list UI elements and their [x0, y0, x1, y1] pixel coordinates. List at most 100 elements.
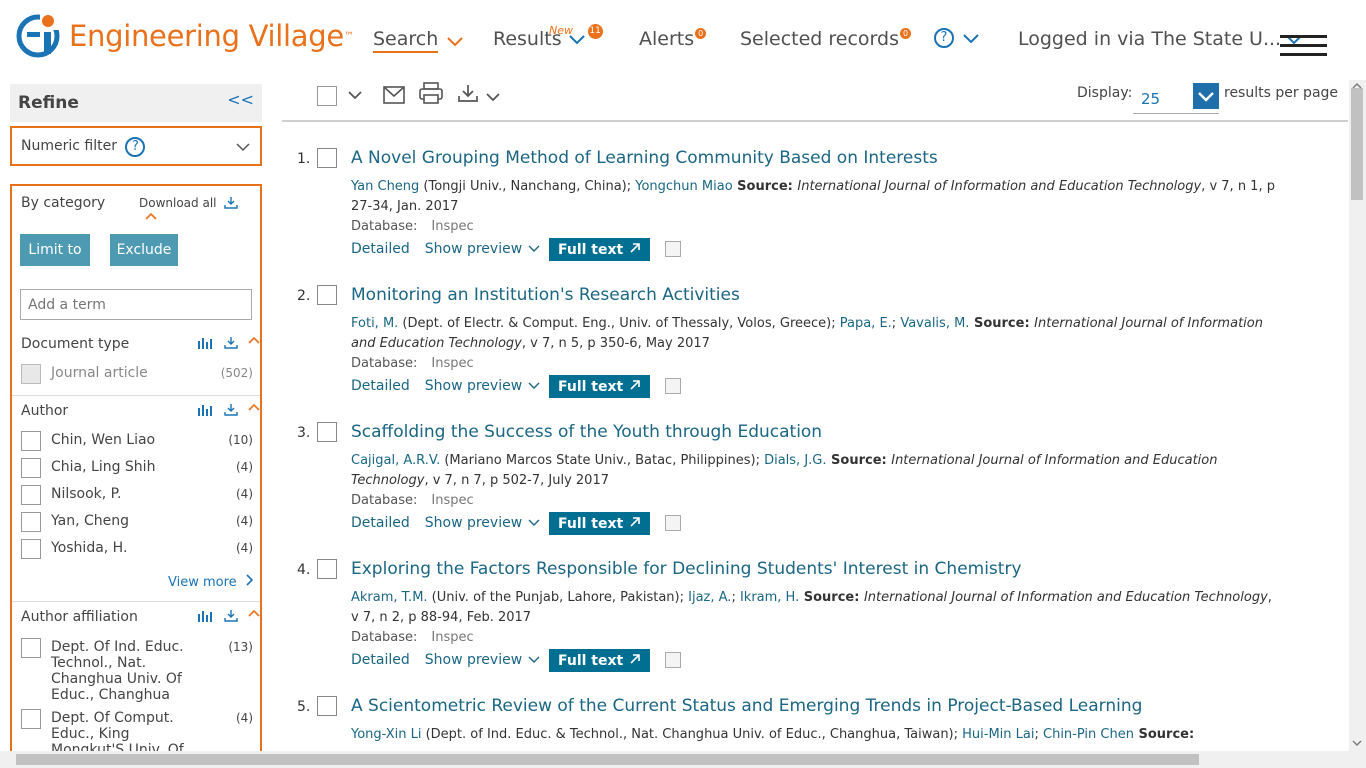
- add-term-input[interactable]: [20, 289, 252, 320]
- show-preview-link[interactable]: Show preview: [425, 378, 540, 394]
- facet-item[interactable]: Yoshida, H. (4): [21, 539, 253, 559]
- full-text-button[interactable]: Full text: [549, 649, 651, 672]
- facet-checkbox[interactable]: [21, 364, 41, 384]
- result-actions: Detailed Show preview Full text: [351, 238, 681, 261]
- scroll-up-arrow-icon[interactable]: [1352, 82, 1362, 90]
- chevron-down-icon[interactable]: [347, 90, 363, 100]
- download-control[interactable]: [458, 84, 501, 106]
- show-preview-link[interactable]: Show preview: [425, 652, 540, 668]
- result-checkbox[interactable]: [317, 148, 337, 168]
- result-checkbox[interactable]: [317, 285, 337, 305]
- author-link[interactable]: Chin-Pin Chen: [1043, 727, 1134, 742]
- view-more-link[interactable]: View more: [168, 574, 255, 590]
- detailed-link[interactable]: Detailed: [351, 515, 410, 531]
- result-number: 3.: [297, 425, 311, 441]
- author-link[interactable]: Yongchun Miao: [635, 179, 732, 194]
- email-icon[interactable]: [383, 86, 405, 104]
- nav-alerts[interactable]: Alerts 0: [639, 27, 707, 50]
- full-text-button[interactable]: Full text: [549, 512, 651, 535]
- download-icon[interactable]: [224, 403, 238, 416]
- facet-item[interactable]: Yan, Cheng (4): [21, 512, 253, 532]
- horizontal-scrollbar-thumb[interactable]: [16, 754, 1199, 765]
- show-preview-label: Show preview: [424, 515, 523, 531]
- collapse-sidebar-button[interactable]: <<: [227, 90, 254, 109]
- elsevier-logo-icon: [16, 14, 60, 58]
- facet-checkbox[interactable]: [21, 709, 41, 729]
- facet-checkbox[interactable]: [21, 638, 41, 658]
- chevron-up-icon[interactable]: [248, 336, 260, 345]
- facet-checkbox[interactable]: [21, 512, 41, 532]
- download-icon[interactable]: [224, 336, 238, 349]
- author-link[interactable]: Hui-Min Lai: [962, 727, 1034, 742]
- logo[interactable]: Engineering Village ™: [16, 14, 354, 58]
- nav-results-label: Results: [493, 28, 562, 50]
- author-link[interactable]: Dials, J.G.: [764, 453, 826, 468]
- nav-results[interactable]: Results 11: [493, 23, 603, 50]
- author-link[interactable]: Yong-Xin Li: [351, 727, 421, 742]
- broken-image-icon[interactable]: [665, 378, 681, 394]
- bar-chart-icon[interactable]: [198, 609, 214, 623]
- nav-selected-records[interactable]: Selected records 0: [740, 27, 911, 50]
- facet-item[interactable]: Chia, Ling Shih (4): [21, 458, 253, 478]
- broken-image-icon[interactable]: [665, 652, 681, 668]
- broken-image-icon[interactable]: [665, 241, 681, 257]
- result-checkbox[interactable]: [317, 559, 337, 579]
- author-link[interactable]: Foti, M.: [351, 316, 398, 331]
- author-link[interactable]: Ikram, H.: [740, 590, 799, 605]
- broken-image-icon[interactable]: [665, 515, 681, 531]
- result-title-link[interactable]: Monitoring an Institution's Research Act…: [351, 285, 740, 305]
- citation-text: (Mariano Marcos State Univ., Batac, Phil…: [440, 453, 765, 468]
- chevron-up-icon[interactable]: [248, 609, 260, 618]
- show-preview-link[interactable]: Show preview: [425, 515, 540, 531]
- facet-checkbox[interactable]: [21, 539, 41, 559]
- results-per-page-dropdown-button[interactable]: [1193, 83, 1219, 109]
- result-checkbox[interactable]: [317, 696, 337, 716]
- author-link[interactable]: Cajigal, A.R.V.: [351, 453, 440, 468]
- chevron-up-icon[interactable]: [145, 212, 157, 221]
- author-link[interactable]: Yan Cheng: [351, 179, 419, 194]
- help-icon[interactable]: ?: [125, 137, 146, 157]
- download-icon[interactable]: [224, 609, 238, 622]
- result-title-link[interactable]: A Novel Grouping Method of Learning Comm…: [351, 148, 938, 168]
- author-link[interactable]: Papa, E.: [840, 316, 892, 331]
- numeric-filter[interactable]: Numeric filter ?: [10, 126, 262, 166]
- full-text-button[interactable]: Full text: [549, 238, 651, 261]
- show-preview-link[interactable]: Show preview: [425, 241, 540, 257]
- show-preview-label: Show preview: [424, 378, 523, 394]
- exclude-button[interactable]: Exclude: [110, 234, 178, 266]
- scroll-down-arrow-icon[interactable]: [1352, 739, 1362, 747]
- vertical-scrollbar-thumb[interactable]: [1351, 88, 1363, 200]
- detailed-link[interactable]: Detailed: [351, 652, 410, 668]
- facet-checkbox[interactable]: [21, 485, 41, 505]
- bar-chart-icon[interactable]: [198, 403, 214, 417]
- facet-checkbox[interactable]: [21, 458, 41, 478]
- author-link[interactable]: Ijaz, A.: [688, 590, 731, 605]
- select-all-checkbox[interactable]: [317, 85, 337, 106]
- full-text-button[interactable]: Full text: [549, 375, 651, 398]
- detailed-link[interactable]: Detailed: [351, 241, 410, 257]
- download-all-link[interactable]: Download all: [139, 196, 260, 224]
- author-link[interactable]: Vavalis, M.: [900, 316, 969, 331]
- facet-item[interactable]: Journal article (502): [21, 364, 253, 384]
- print-icon[interactable]: [419, 82, 443, 104]
- result-title-link[interactable]: Exploring the Factors Responsible for De…: [351, 559, 1022, 579]
- chevron-up-icon[interactable]: [248, 403, 260, 412]
- nav-login[interactable]: Logged in via The State U...: [1018, 28, 1305, 50]
- facet-item[interactable]: Chin, Wen Liao (10): [21, 431, 253, 451]
- bar-chart-icon[interactable]: [198, 336, 214, 350]
- nav-help[interactable]: ?: [930, 28, 982, 48]
- result-checkbox[interactable]: [317, 422, 337, 442]
- nav-search[interactable]: Search: [373, 28, 466, 53]
- author-link[interactable]: Akram, T.M.: [351, 590, 428, 605]
- detailed-link[interactable]: Detailed: [351, 378, 410, 394]
- facet-item[interactable]: Nilsook, P. (4): [21, 485, 253, 505]
- result-title-link[interactable]: A Scientometric Review of the Current St…: [351, 696, 1142, 716]
- source-label: Source:: [1133, 727, 1195, 742]
- select-all-control[interactable]: [317, 85, 363, 106]
- menu-icon[interactable]: [1280, 35, 1327, 62]
- result-title-link[interactable]: Scaffolding the Success of the Youth thr…: [351, 422, 822, 442]
- divider: [12, 601, 260, 602]
- facet-checkbox[interactable]: [21, 431, 41, 451]
- limit-to-button[interactable]: Limit to: [20, 234, 90, 266]
- facet-item[interactable]: Dept. Of Ind. Educ. Technol., Nat. Chang…: [21, 638, 253, 703]
